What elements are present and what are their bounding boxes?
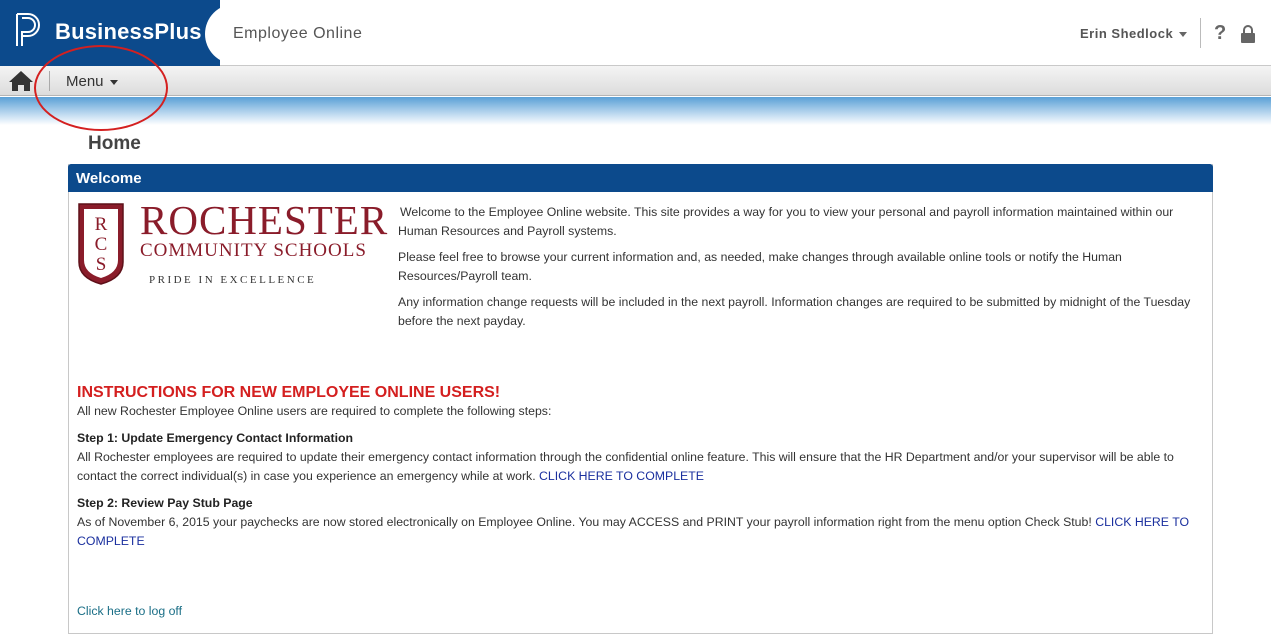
crest-letter: C xyxy=(95,234,108,255)
school-crest-icon: R C S xyxy=(78,203,124,285)
divider xyxy=(49,71,50,91)
school-tagline: PRIDE IN EXCELLENCE xyxy=(149,274,317,286)
page-title: Home xyxy=(88,133,141,154)
lock-icon[interactable] xyxy=(1240,24,1256,44)
step-body: All Rochester employees are required to … xyxy=(77,448,1202,486)
step-body: As of November 6, 2015 your paychecks ar… xyxy=(77,513,1202,551)
user-menu[interactable]: Erin Shedlock xyxy=(1080,26,1188,41)
school-logo: R C S ROCHESTER COMMUNITY SCHOOLS PRIDE … xyxy=(77,200,389,292)
top-bar: BusinessPlus Employee Online Erin Shedlo… xyxy=(0,0,1271,66)
brand-name: BusinessPlus xyxy=(55,19,202,44)
step-title: Step 2: Review Pay Stub Page xyxy=(77,496,253,510)
divider xyxy=(1200,18,1201,48)
menu-label: Menu xyxy=(66,73,104,90)
powerschool-logo-icon xyxy=(16,13,40,46)
instructions-heading: INSTRUCTIONS FOR NEW EMPLOYEE ONLINE USE… xyxy=(77,384,501,401)
school-name-line2: COMMUNITY SCHOOLS xyxy=(140,240,367,261)
welcome-paragraph: Welcome to the Employee Online website. … xyxy=(398,205,1174,238)
logoff-link[interactable]: Click here to log off xyxy=(77,604,182,618)
welcome-paragraph: Any information change requests will be … xyxy=(398,295,1191,328)
menu-button[interactable]: Menu xyxy=(66,73,118,90)
brand-area: BusinessPlus xyxy=(0,0,220,66)
step-text: As of November 6, 2015 your paychecks ar… xyxy=(77,515,1092,529)
chevron-down-icon xyxy=(109,79,118,85)
chevron-down-icon xyxy=(1179,32,1188,38)
header-band xyxy=(0,97,1271,125)
school-name-line1: ROCHESTER xyxy=(140,197,389,243)
instructions-intro: All new Rochester Employee Online users … xyxy=(77,404,552,418)
app-title: Employee Online xyxy=(233,25,363,42)
home-icon[interactable] xyxy=(8,70,34,92)
panel-title: Welcome xyxy=(76,170,142,187)
user-name: Erin Shedlock xyxy=(1080,26,1174,41)
complete-step-1-link[interactable]: CLICK HERE TO COMPLETE xyxy=(539,469,704,483)
welcome-text: Welcome to the Employee Online website. … xyxy=(398,203,1198,338)
crest-letter: R xyxy=(95,214,108,235)
welcome-paragraph: Please feel free to browse your current … xyxy=(398,250,1122,283)
menu-bar: Menu xyxy=(0,66,1271,96)
crest-letter: S xyxy=(96,254,107,275)
step-title: Step 1: Update Emergency Contact Informa… xyxy=(77,431,354,445)
help-icon[interactable]: ? xyxy=(1214,22,1226,45)
instructions-section: INSTRUCTIONS FOR NEW EMPLOYEE ONLINE USE… xyxy=(77,384,1202,559)
welcome-panel-header: Welcome xyxy=(68,164,1213,192)
